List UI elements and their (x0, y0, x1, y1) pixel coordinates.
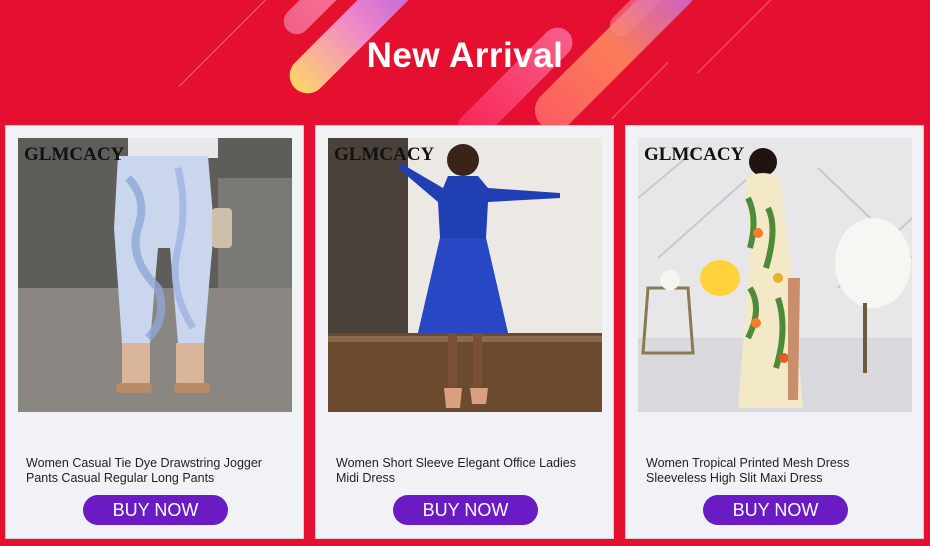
buy-now-button[interactable]: BUY NOW (393, 495, 538, 525)
brand-watermark: GLMCACY (644, 144, 745, 165)
product-card-jogger-pants[interactable]: GLMCACY Women Casual Tie Dye Drawstring … (5, 125, 304, 539)
brand-watermark: GLMCACY (24, 144, 125, 165)
buy-now-button[interactable]: BUY NOW (703, 495, 848, 525)
product-image-midi-dress[interactable]: GLMCACY (328, 138, 602, 412)
product-card-maxi-dress[interactable]: GLMCACY Women Tropical Printed Mesh Dres… (625, 125, 924, 539)
brand-watermark: GLMCACY (334, 144, 435, 165)
product-name[interactable]: Women Short Sleeve Elegant Office Ladies… (336, 456, 598, 486)
product-name[interactable]: Women Casual Tie Dye Drawstring Jogger P… (26, 456, 288, 486)
product-card-midi-dress[interactable]: GLMCACY Women Short Sleeve Elegant Offic… (315, 125, 614, 539)
buy-now-button[interactable]: BUY NOW (83, 495, 228, 525)
product-name[interactable]: Women Tropical Printed Mesh Dress Sleeve… (646, 456, 908, 486)
product-image-maxi-dress[interactable]: GLMCACY (638, 138, 912, 412)
new-arrival-banner: New Arrival (0, 0, 930, 125)
banner-title: New Arrival (366, 36, 564, 75)
product-image-jogger-pants[interactable]: GLMCACY (18, 138, 292, 412)
